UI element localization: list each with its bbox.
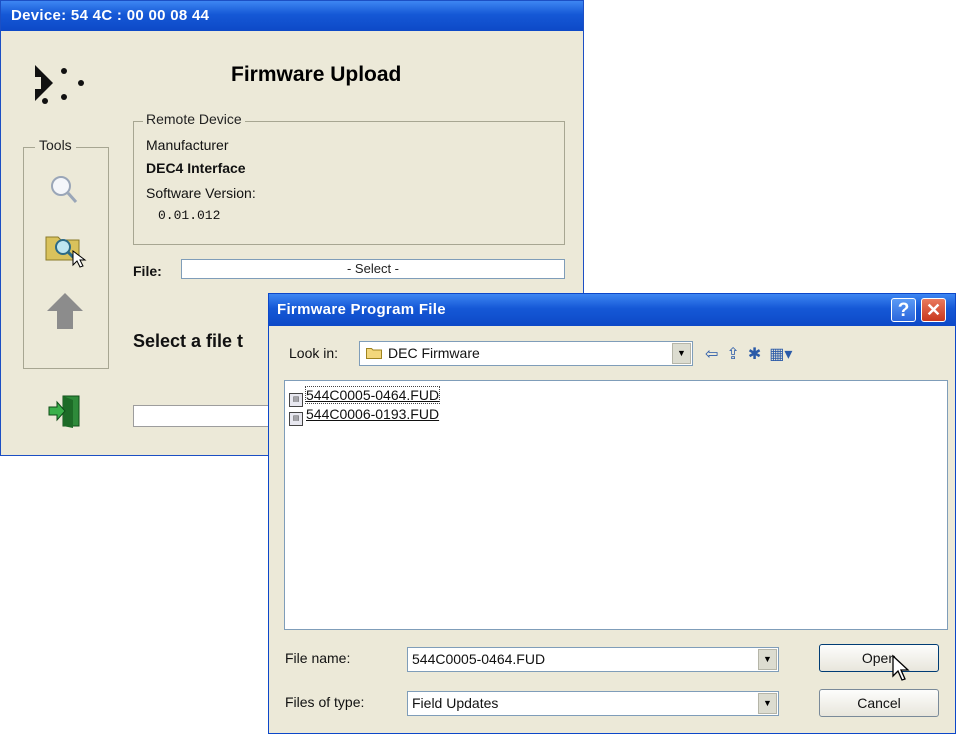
file-item-name: 544C0006-0193.FUD [306, 406, 440, 422]
software-version-value: 0.01.012 [158, 208, 221, 223]
main-window-title: Device: 54 4C : 00 00 08 44 [11, 7, 210, 24]
navigation-toolbar: ⇦ ⇪ ✱ ▦▾ [705, 344, 800, 366]
dialog-title: Firmware Program File [277, 301, 446, 318]
list-item[interactable]: ▤ 544C0005-0464.FUD [289, 386, 441, 407]
remote-device-group-label: Remote Device [143, 111, 245, 127]
folder-search-icon[interactable] [43, 227, 87, 271]
file-icon: ▤ [289, 393, 303, 407]
page-title: Firmware Upload [231, 63, 402, 86]
software-version-label: Software Version: [146, 185, 256, 201]
cancel-button[interactable]: Cancel [819, 689, 939, 717]
look-in-label: Look in: [289, 345, 339, 361]
exit-door-icon[interactable] [45, 393, 85, 429]
status-message: Select a file t [133, 331, 244, 351]
file-list[interactable]: ▤ 544C0005-0464.FUD ▤ 544C0006-0193.FUD [284, 380, 948, 630]
files-of-type-label: Files of type: [285, 694, 365, 710]
view-menu-icon[interactable]: ▦▾ [769, 344, 792, 364]
firmware-program-file-dialog: Firmware Program File ? ✕ Look in: DEC F… [268, 293, 956, 734]
folder-icon [366, 348, 382, 359]
file-item-name: 544C0005-0464.FUD [304, 386, 441, 404]
chevron-down-icon[interactable]: ▼ [672, 343, 691, 364]
back-arrow-icon[interactable]: ⇦ [705, 344, 718, 364]
file-name-label: File name: [285, 650, 351, 666]
file-label: File: [133, 263, 162, 279]
look-in-value: DEC Firmware [388, 345, 480, 361]
progress-bar [133, 405, 283, 427]
list-item[interactable]: ▤ 544C0006-0193.FUD [289, 406, 439, 426]
file-icon: ▤ [289, 412, 303, 426]
files-of-type-value: Field Updates [412, 695, 499, 711]
file-select-field[interactable]: - Select - [181, 259, 565, 279]
tools-group-label: Tools [35, 137, 76, 153]
files-of-type-dropdown[interactable]: Field Updates ▼ [407, 691, 779, 716]
manufacturer-value: DEC4 Interface [146, 160, 246, 176]
look-in-dropdown[interactable]: DEC Firmware ▼ [359, 341, 693, 366]
device-logo-icon [35, 65, 84, 104]
main-window-titlebar[interactable]: Device: 54 4C : 00 00 08 44 [1, 1, 583, 31]
open-button[interactable]: Open [819, 644, 939, 672]
help-button[interactable]: ? [891, 298, 916, 322]
dialog-titlebar[interactable]: Firmware Program File [269, 294, 955, 326]
chevron-down-icon[interactable]: ▼ [758, 693, 777, 714]
manufacturer-label: Manufacturer [146, 137, 229, 153]
file-name-field[interactable]: 544C0005-0464.FUD ▼ [407, 647, 779, 672]
mouse-cursor-icon [892, 654, 910, 681]
new-folder-icon[interactable]: ✱ [748, 344, 761, 364]
chevron-down-icon[interactable]: ▼ [758, 649, 777, 670]
up-arrow-icon[interactable] [43, 289, 87, 333]
magnifier-icon[interactable] [43, 169, 87, 213]
file-name-value: 544C0005-0464.FUD [412, 651, 546, 667]
up-folder-icon[interactable]: ⇪ [726, 344, 739, 364]
close-button[interactable]: ✕ [921, 298, 946, 322]
